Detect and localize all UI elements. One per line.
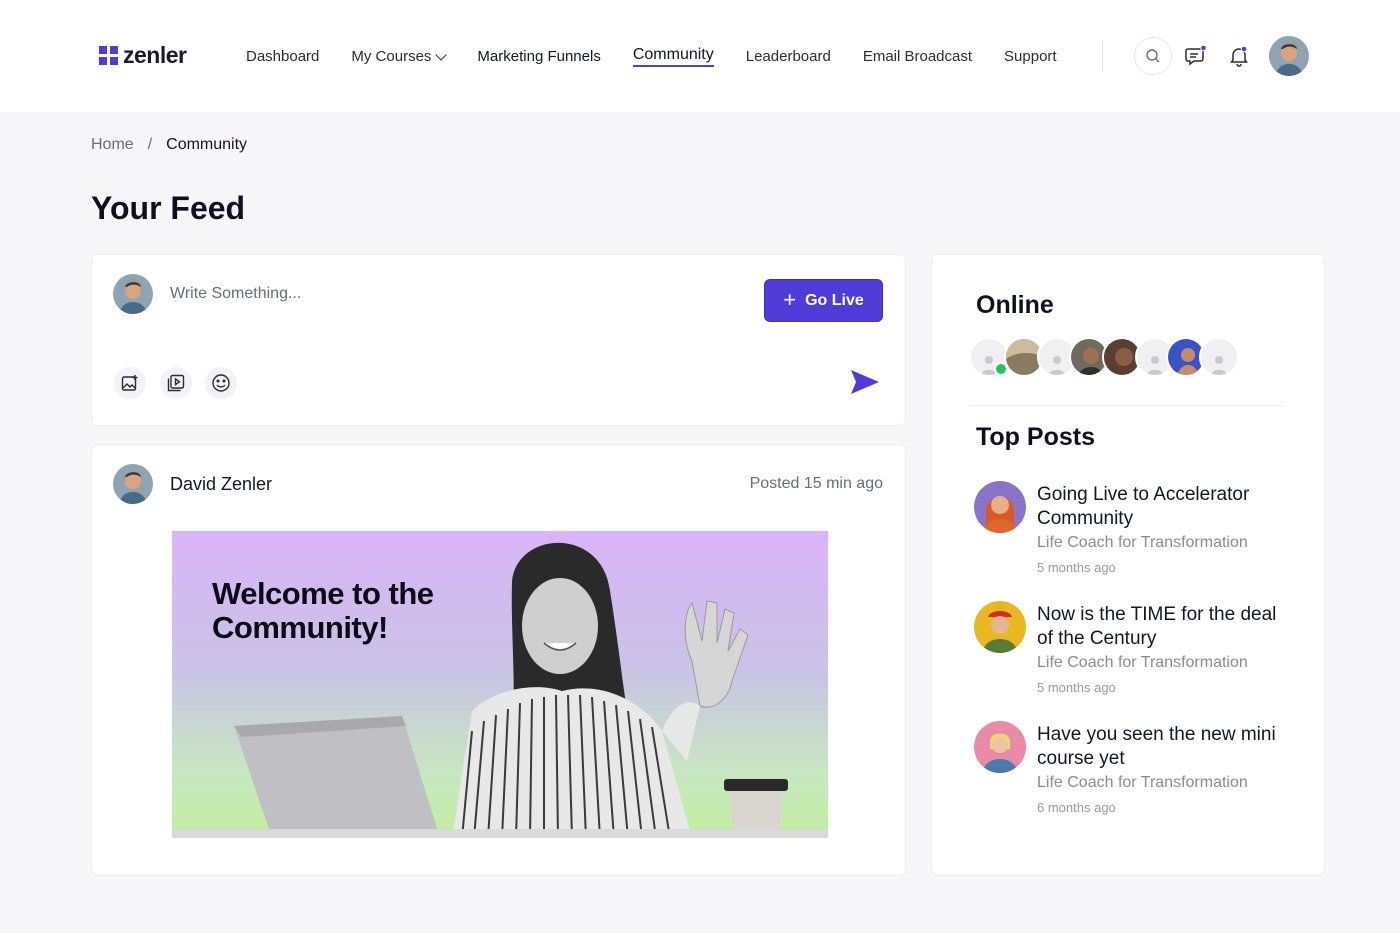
emoji-icon <box>212 374 230 392</box>
nav-email-broadcast[interactable]: Email Broadcast <box>863 48 972 65</box>
nav-marketing-funnels[interactable]: Marketing Funnels <box>477 48 600 65</box>
top-post-subtitle: Life Coach for Transformation <box>1037 774 1248 791</box>
post-author-avatar[interactable] <box>113 464 153 504</box>
image-upload-icon <box>121 375 138 391</box>
add-emoji-button[interactable] <box>205 367 237 399</box>
top-post-avatar <box>974 481 1026 533</box>
logo-text: zenler <box>123 42 187 68</box>
post-composer: + Go Live <box>91 254 906 426</box>
top-post-time: 6 months ago <box>1037 800 1116 815</box>
breadcrumb-separator: / <box>147 136 153 153</box>
nav-support[interactable]: Support <box>1004 48 1057 65</box>
add-image-button[interactable] <box>114 367 146 399</box>
go-live-button[interactable]: + Go Live <box>764 279 883 322</box>
top-post-item[interactable]: Going Live to Accelerator Community Life… <box>974 481 1304 581</box>
right-sidebar: Online Top Posts Going Live to Accelerat… <box>931 254 1325 876</box>
composer-input[interactable] <box>170 285 670 303</box>
feed-post: David Zenler Posted 15 min ago Welcome t… <box>91 444 906 876</box>
top-post-time: 5 months ago <box>1037 560 1116 575</box>
chevron-down-icon <box>435 48 448 61</box>
send-icon <box>851 370 879 394</box>
nav-dashboard[interactable]: Dashboard <box>246 48 319 65</box>
logo-mark-icon <box>99 46 118 65</box>
notifications-button[interactable] <box>1227 44 1251 68</box>
zenler-logo[interactable]: zenler <box>99 42 187 69</box>
header-divider <box>1102 40 1103 72</box>
page-title: Your Feed <box>91 190 246 226</box>
online-heading: Online <box>976 291 1054 319</box>
banner-illustration <box>172 542 828 838</box>
top-post-avatar <box>974 601 1026 653</box>
top-post-subtitle: Life Coach for Transformation <box>1037 654 1248 671</box>
plus-icon: + <box>783 286 797 312</box>
post-author-name[interactable]: David Zenler <box>170 474 272 495</box>
top-post-item[interactable]: Now is the TIME for the deal of the Cent… <box>974 601 1304 701</box>
top-post-title[interactable]: Have you seen the new mini course yet <box>1037 723 1297 771</box>
nav-my-courses-label: My Courses <box>351 48 432 65</box>
top-post-avatar <box>974 721 1026 773</box>
video-upload-icon <box>167 374 185 392</box>
post-timestamp: Posted 15 min ago <box>749 475 883 492</box>
nav-community[interactable]: Community <box>632 46 714 67</box>
online-users-list <box>969 335 1249 379</box>
go-live-label: Go Live <box>805 291 864 309</box>
bell-icon <box>1230 45 1248 67</box>
top-post-subtitle: Life Coach for Transformation <box>1037 534 1248 551</box>
sidebar-divider <box>969 405 1283 406</box>
search-icon <box>1146 49 1160 63</box>
top-post-title[interactable]: Going Live to Accelerator Community <box>1037 483 1297 531</box>
top-post-item[interactable]: Have you seen the new mini course yet Li… <box>974 721 1304 821</box>
breadcrumb-home[interactable]: Home <box>91 136 134 154</box>
main-nav: Dashboard My Courses Marketing Funnels C… <box>246 46 1089 67</box>
top-post-title[interactable]: Now is the TIME for the deal of the Cent… <box>1037 603 1297 651</box>
breadcrumb: Home / Community <box>91 136 247 154</box>
search-button[interactable] <box>1134 37 1172 75</box>
online-user-avatar[interactable] <box>1199 337 1239 377</box>
send-button[interactable] <box>850 369 880 395</box>
chat-icon <box>1185 44 1207 66</box>
nav-my-courses[interactable]: My Courses <box>351 48 448 65</box>
top-posts-heading: Top Posts <box>976 423 1095 451</box>
online-status-dot <box>994 362 1008 376</box>
add-video-button[interactable] <box>160 367 192 399</box>
composer-avatar <box>113 274 153 314</box>
breadcrumb-current: Community <box>166 136 248 153</box>
top-header: zenler Dashboard My Courses Marketing Fu… <box>0 0 1400 112</box>
top-post-time: 5 months ago <box>1037 680 1116 695</box>
nav-leaderboard[interactable]: Leaderboard <box>746 48 831 65</box>
messages-button[interactable] <box>1184 44 1208 68</box>
user-avatar[interactable] <box>1269 36 1309 76</box>
post-banner-image[interactable]: Welcome to the Community! <box>172 531 828 838</box>
